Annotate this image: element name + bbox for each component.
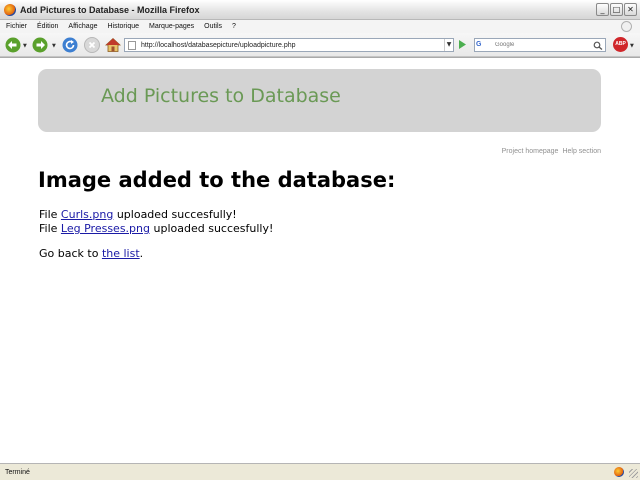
upload-status: uploaded succesfully!	[116, 208, 237, 221]
throbber-icon	[621, 21, 632, 32]
search-input[interactable]	[495, 40, 585, 50]
menu-fichier[interactable]: Fichier	[6, 23, 27, 30]
back-arrow-icon[interactable]	[5, 37, 21, 53]
back-history-dropdown-icon[interactable]: ▼	[23, 43, 27, 49]
menu-edition[interactable]: Édition	[37, 23, 58, 30]
page-content: Add Pictures to Database Project homepag…	[0, 57, 640, 463]
forward-arrow-icon[interactable]	[32, 37, 48, 53]
resize-grip[interactable]	[629, 469, 638, 478]
menu-historique[interactable]: Historique	[107, 23, 139, 30]
home-icon[interactable]	[105, 37, 121, 53]
upload-message: File Leg Presses.png uploaded succesfull…	[39, 222, 273, 235]
file-prefix: File	[39, 222, 58, 235]
menu-marque-pages[interactable]: Marque-pages	[149, 23, 194, 30]
stop-icon[interactable]	[84, 37, 100, 53]
menu-help[interactable]: ?	[232, 23, 236, 30]
uploaded-file-link[interactable]: Curls.png	[61, 208, 113, 221]
close-button[interactable]: ✕	[624, 3, 637, 16]
window-titlebar[interactable]: Add Pictures to Database - Mozilla Firef…	[0, 0, 640, 20]
menu-outils[interactable]: Outils	[204, 23, 222, 30]
site-header: Add Pictures to Database	[38, 69, 601, 132]
upload-message: File Curls.png uploaded succesfully!	[39, 208, 237, 221]
window-title: Add Pictures to Database - Mozilla Firef…	[20, 4, 200, 15]
navigation-toolbar: ▼ ▼ http://localhost/databasepicture/upl…	[0, 33, 640, 57]
go-back-period: .	[139, 247, 144, 260]
site-title: Add Pictures to Database	[101, 85, 341, 107]
go-arrow-icon[interactable]	[456, 38, 468, 51]
file-prefix: File	[39, 208, 58, 221]
page-icon	[128, 40, 136, 50]
address-text[interactable]: http://localhost/databasepicture/uploadp…	[141, 42, 296, 49]
forward-history-dropdown-icon[interactable]: ▼	[52, 43, 56, 49]
maximize-button[interactable]: □	[610, 3, 623, 16]
menu-affichage[interactable]: Affichage	[68, 23, 97, 30]
firefox-icon	[4, 3, 16, 16]
uploaded-file-link[interactable]: Leg Presses.png	[61, 222, 150, 235]
adblock-dropdown-icon[interactable]: ▼	[630, 43, 634, 49]
status-bar: Terminé	[0, 463, 640, 480]
minimize-button[interactable]: _	[596, 3, 609, 16]
window-controls: _ □ ✕	[596, 3, 637, 16]
search-bar[interactable]: G	[474, 38, 606, 52]
adblock-icon[interactable]: ABP	[613, 37, 628, 52]
project-homepage-link[interactable]: Project homepage	[502, 148, 559, 155]
search-icon[interactable]	[593, 41, 603, 50]
reload-icon[interactable]	[62, 37, 78, 53]
search-engine-selector[interactable]: G	[476, 39, 492, 51]
page-heading: Image added to the database:	[38, 168, 396, 192]
go-back-line: Go back to the list.	[39, 247, 143, 260]
list-link[interactable]: the list	[102, 247, 140, 260]
status-text: Terminé	[5, 468, 30, 476]
header-links: Project homepage Help section	[502, 148, 601, 155]
menu-bar: Fichier Édition Affichage Historique Mar…	[0, 20, 640, 33]
address-dropdown-icon[interactable]: ▼	[444, 39, 453, 51]
address-bar[interactable]: http://localhost/databasepicture/uploadp…	[124, 38, 454, 52]
help-section-link[interactable]: Help section	[562, 148, 601, 155]
upload-status: uploaded succesfully!	[153, 222, 274, 235]
firefox-status-icon	[614, 467, 624, 477]
go-back-text: Go back to	[39, 247, 99, 260]
